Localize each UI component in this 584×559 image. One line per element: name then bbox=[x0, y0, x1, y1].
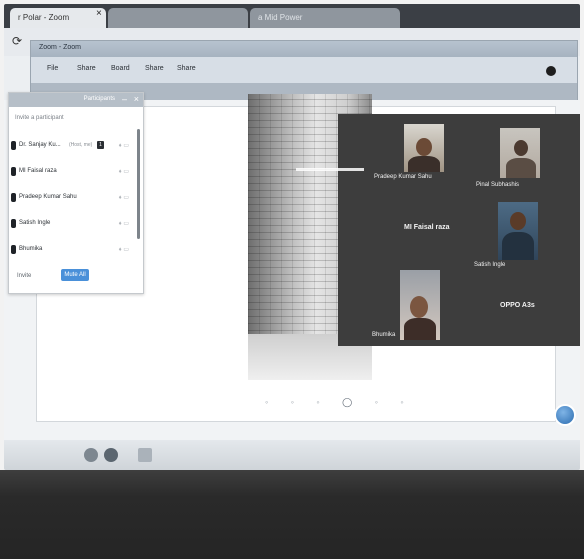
video-tile-2[interactable] bbox=[500, 128, 540, 178]
panel-title: Participants bbox=[83, 96, 115, 102]
mute-all-button[interactable]: Mute All bbox=[61, 269, 89, 281]
tile-name-1: Pradeep Kumar Sahu bbox=[374, 174, 432, 180]
body-shape bbox=[502, 232, 534, 260]
photo-frame: r Polar - Zoom × a Mid Power ⟳ Zoom - Zo… bbox=[0, 0, 584, 559]
taskbar-app-icon[interactable] bbox=[104, 448, 118, 462]
monitor-bezel bbox=[0, 470, 584, 559]
tile-name-3: MI Faisal raza bbox=[404, 224, 450, 231]
close-icon[interactable]: × bbox=[134, 94, 139, 104]
body-shape bbox=[506, 158, 536, 178]
toolbar-item-3[interactable]: Board bbox=[111, 65, 130, 72]
page-nav-left[interactable]: ◦ ◦ ◦ bbox=[265, 397, 330, 407]
participant-role: (Host, me) bbox=[69, 142, 93, 148]
app-titlebar: Zoom - Zoom bbox=[31, 41, 577, 57]
mic-camera-icon[interactable]: ♦ ▭ bbox=[119, 220, 129, 227]
invite-search-input[interactable]: Invite a participant bbox=[15, 115, 64, 121]
browser-tab-other-2-label: a Mid Power bbox=[258, 13, 303, 22]
monitor-screen: r Polar - Zoom × a Mid Power ⟳ Zoom - Zo… bbox=[4, 4, 580, 470]
participant-row[interactable]: Bhumika ♦ ▭ bbox=[9, 241, 139, 259]
video-tile-5[interactable] bbox=[400, 270, 440, 340]
participant-gallery: Pradeep Kumar Sahu Pinal Subhashis MI Fa… bbox=[296, 114, 580, 346]
tile-name-2: Pinal Subhashis bbox=[476, 182, 520, 188]
browser-tab-other-2[interactable]: a Mid Power bbox=[250, 8, 400, 28]
participant-name: MI Faisal raza bbox=[19, 168, 57, 174]
avatar bbox=[11, 245, 16, 254]
participant-name: Pradeep Kumar Sahu bbox=[19, 194, 77, 200]
face-shape bbox=[510, 212, 526, 230]
avatar bbox=[11, 219, 16, 228]
video-tile-1[interactable] bbox=[404, 124, 444, 172]
reload-icon[interactable]: ⟳ bbox=[12, 34, 26, 48]
participant-name: Dr. Sanjay Ku... bbox=[19, 142, 61, 148]
app-title: Zoom - Zoom bbox=[39, 44, 82, 51]
participant-name: Bhumika bbox=[19, 246, 43, 252]
toolbar-item-1[interactable]: File bbox=[47, 65, 58, 72]
face-shape bbox=[410, 296, 428, 318]
toolbar-item-4[interactable]: Share bbox=[145, 65, 164, 72]
page-nav-current[interactable]: ◯ bbox=[342, 397, 362, 407]
taskbar-flag-icon[interactable] bbox=[138, 448, 152, 462]
participant-row[interactable]: MI Faisal raza ♦ ▭ bbox=[9, 163, 139, 181]
toolbar-item-5[interactable]: Share bbox=[177, 65, 196, 72]
participant-badge: 1 bbox=[97, 141, 104, 149]
browser-tab-active[interactable]: r Polar - Zoom bbox=[10, 8, 106, 28]
face-shape bbox=[514, 140, 528, 156]
face-shape bbox=[416, 138, 432, 156]
panel-titlebar: Participants – × bbox=[9, 93, 143, 107]
minimize-icon[interactable]: – bbox=[122, 94, 127, 104]
body-shape bbox=[408, 156, 440, 172]
app-window: Zoom - Zoom File Share Board Share Share bbox=[30, 40, 578, 101]
tile-name-5: Bhumika bbox=[372, 332, 396, 338]
tile-name-6: OPPO A3s bbox=[500, 302, 535, 309]
avatar bbox=[11, 141, 16, 150]
mic-camera-icon[interactable]: ♦ ▭ bbox=[119, 142, 129, 149]
avatar bbox=[11, 167, 16, 176]
browser-tab-label: r Polar - Zoom bbox=[18, 13, 70, 22]
floating-action-icon[interactable] bbox=[554, 404, 576, 426]
page-navigation[interactable]: ◦ ◦ ◦ ◯ ◦ ◦ bbox=[265, 397, 414, 415]
mic-camera-icon[interactable]: ♦ ▭ bbox=[119, 246, 129, 253]
body-shape bbox=[404, 318, 436, 340]
participant-row[interactable]: Pradeep Kumar Sahu ♦ ▭ bbox=[9, 189, 139, 207]
taskbar-app-icon[interactable] bbox=[84, 448, 98, 462]
toolbar-item-2[interactable]: Share bbox=[77, 65, 96, 72]
gallery-divider-line bbox=[296, 168, 364, 171]
participant-name: Satish Ingle bbox=[19, 220, 51, 226]
video-tile-4[interactable] bbox=[498, 202, 538, 260]
invite-button[interactable]: Invite bbox=[17, 273, 31, 279]
tile-name-4: Satish Ingle bbox=[474, 262, 506, 268]
mic-camera-icon[interactable]: ♦ ▭ bbox=[119, 168, 129, 175]
window-dot-icon[interactable] bbox=[546, 66, 556, 76]
mic-camera-icon[interactable]: ♦ ▭ bbox=[119, 194, 129, 201]
panel-scrollbar[interactable] bbox=[137, 129, 140, 239]
avatar bbox=[11, 193, 16, 202]
participant-row[interactable]: Dr. Sanjay Ku... (Host, me) 1 ♦ ▭ bbox=[9, 137, 139, 155]
app-toolbar: File Share Board Share Share bbox=[31, 57, 577, 83]
browser-tab-other[interactable] bbox=[108, 8, 248, 28]
tab-close-icon[interactable]: × bbox=[96, 8, 102, 19]
page-nav-right[interactable]: ◦ ◦ bbox=[375, 397, 414, 407]
browser-tab-strip: r Polar - Zoom × a Mid Power bbox=[4, 4, 580, 28]
participant-row[interactable]: Satish Ingle ♦ ▭ bbox=[9, 215, 139, 233]
participants-panel: Participants – × Invite a participant Dr… bbox=[8, 92, 144, 294]
taskbar bbox=[4, 440, 580, 470]
